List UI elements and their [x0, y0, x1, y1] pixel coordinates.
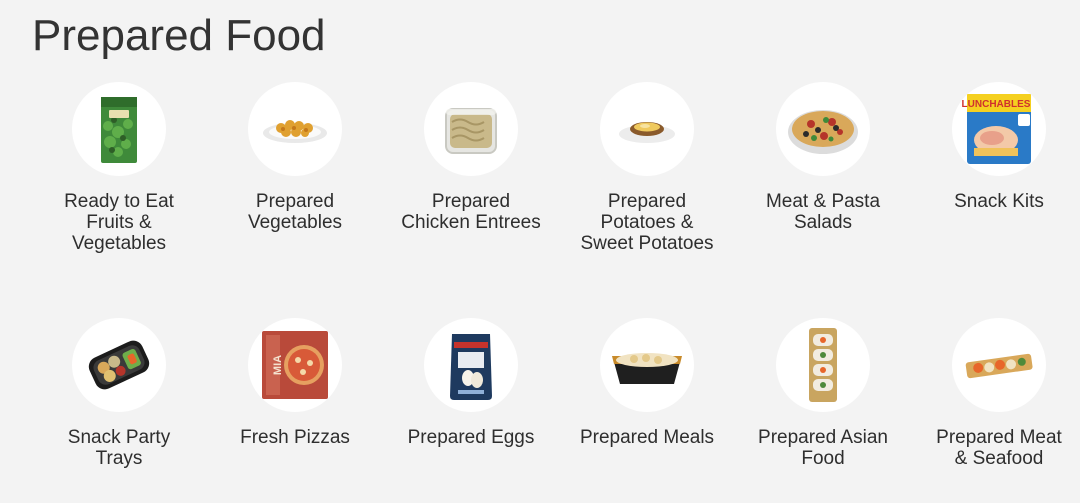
- lunchables-box-icon: LUNCHABLES: [962, 94, 1031, 164]
- category-image[interactable]: [248, 82, 342, 176]
- category-label[interactable]: Snack Party Trays: [49, 427, 189, 469]
- category-image[interactable]: [72, 82, 166, 176]
- category-label[interactable]: Prepared Asian Food: [753, 427, 893, 469]
- category-snack-party-trays[interactable]: Snack Party Trays: [31, 318, 207, 498]
- category-prepared-asian-food[interactable]: Prepared Asian Food: [735, 318, 911, 498]
- category-label[interactable]: Meat & Pasta Salads: [753, 191, 893, 233]
- brand-logo: MIA: [272, 355, 284, 375]
- category-fresh-pizzas[interactable]: MIA Fresh Pizzas: [207, 318, 383, 498]
- category-prepared-potatoes-sweet-potatoes[interactable]: Prepared Potatoes & Sweet Potatoes: [559, 82, 735, 318]
- category-prepared-meals[interactable]: Prepared Meals: [559, 318, 735, 498]
- category-image[interactable]: [424, 82, 518, 176]
- sushi-tray-icon: [809, 328, 837, 402]
- category-prepared-meat-seafood[interactable]: Prepared Meat & Seafood: [911, 318, 1080, 498]
- category-label[interactable]: Snack Kits: [929, 191, 1069, 212]
- category-label[interactable]: Prepared Eggs: [401, 427, 541, 448]
- category-image[interactable]: [776, 318, 870, 412]
- category-image[interactable]: [600, 318, 694, 412]
- category-prepared-chicken-entrees[interactable]: Prepared Chicken Entrees: [383, 82, 559, 318]
- pasta-salad-bowl-icon: [788, 110, 858, 154]
- category-image[interactable]: LUNCHABLES: [952, 82, 1046, 176]
- category-image[interactable]: [776, 82, 870, 176]
- category-image[interactable]: [952, 318, 1046, 412]
- category-label[interactable]: Prepared Potatoes & Sweet Potatoes: [577, 191, 717, 254]
- category-image[interactable]: [72, 318, 166, 412]
- category-label[interactable]: Prepared Chicken Entrees: [401, 191, 541, 233]
- category-snack-kits[interactable]: LUNCHABLES Snack Kits: [911, 82, 1080, 318]
- salad-bag-icon: [101, 97, 137, 163]
- category-grid: Ready to Eat Fruits & Vegetables Prepare…: [31, 82, 1080, 498]
- pizza-box-icon: MIA: [262, 331, 328, 399]
- category-label[interactable]: Prepared Meals: [577, 427, 717, 448]
- category-image[interactable]: MIA: [248, 318, 342, 412]
- category-meat-pasta-salads[interactable]: Meat & Pasta Salads: [735, 82, 911, 318]
- category-label[interactable]: Prepared Vegetables: [225, 191, 365, 233]
- stuffed-potato-icon: [619, 122, 675, 143]
- category-prepared-vegetables[interactable]: Prepared Vegetables: [207, 82, 383, 318]
- brand-logo: LUNCHABLES: [962, 99, 1031, 110]
- category-label[interactable]: Ready to Eat Fruits & Vegetables: [49, 191, 189, 254]
- vegetable-plate-icon: [263, 120, 327, 143]
- seafood-skewer-icon: [965, 353, 1033, 379]
- party-tray-icon: [88, 340, 150, 390]
- egg-pouch-icon: [450, 334, 492, 400]
- category-ready-to-eat-fruits-vegetables[interactable]: Ready to Eat Fruits & Vegetables: [31, 82, 207, 318]
- meal-tray-icon: [612, 353, 682, 384]
- category-label[interactable]: Fresh Pizzas: [225, 427, 365, 448]
- category-label[interactable]: Prepared Meat & Seafood: [929, 427, 1069, 469]
- category-image[interactable]: [600, 82, 694, 176]
- page-title: Prepared Food: [32, 11, 326, 60]
- category-image[interactable]: [424, 318, 518, 412]
- category-prepared-eggs[interactable]: Prepared Eggs: [383, 318, 559, 498]
- chicken-container-icon: [445, 108, 497, 154]
